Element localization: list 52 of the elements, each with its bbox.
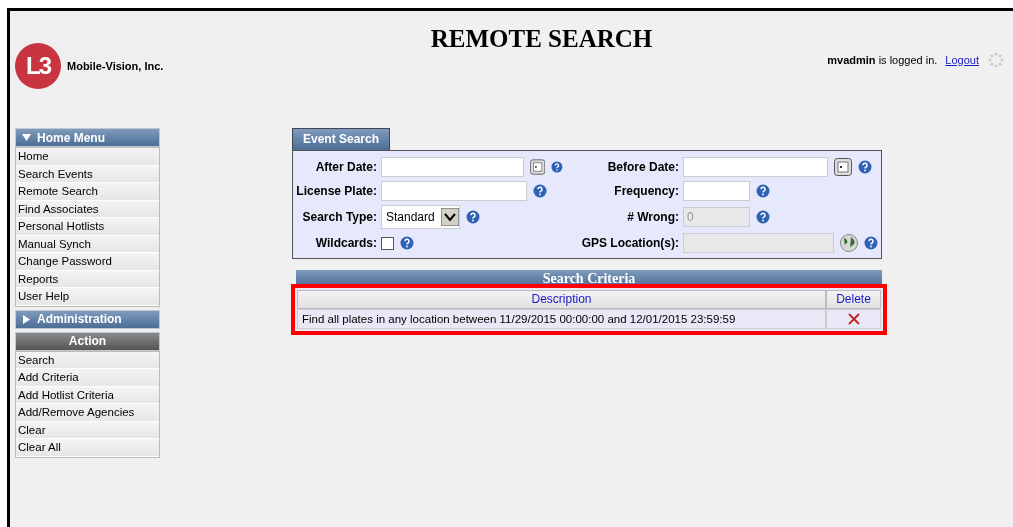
chevron-icon (440, 208, 459, 226)
column-header: Delete (826, 290, 881, 309)
calendar-icon[interactable] (530, 158, 546, 176)
menu-item[interactable]: Clear All (16, 439, 159, 457)
menu-header[interactable]: Administration (15, 309, 160, 329)
help-icon[interactable] (533, 184, 547, 198)
caret-right-icon (22, 314, 31, 324)
event-search-tab[interactable]: Event Search (292, 128, 391, 150)
help-icon[interactable] (756, 210, 770, 224)
help-icon[interactable] (465, 210, 480, 224)
menu-header[interactable]: Home Menu (15, 128, 160, 147)
logout-link[interactable]: Logout (945, 54, 979, 66)
help-icon[interactable] (858, 160, 872, 174)
menu-item[interactable]: Personal Hotlists (16, 218, 159, 236)
login-status: mvadmin is logged in. (827, 54, 938, 66)
column-header: Description (297, 290, 826, 309)
spinner-icon (987, 51, 1005, 69)
help-icon[interactable] (551, 160, 563, 174)
help-icon[interactable] (756, 184, 770, 198)
help-icon[interactable] (864, 236, 878, 250)
help-icon[interactable] (400, 236, 414, 250)
menu-item[interactable]: Change Password (16, 253, 159, 271)
field-label: # Wrong: (626, 210, 680, 224)
menu-item[interactable]: Add/Remove Agencies (16, 404, 159, 422)
field-label: GPS Location(s): (580, 236, 680, 250)
caret-down-icon (22, 133, 31, 142)
field-label: Wildcards: (314, 236, 378, 250)
menu-item[interactable]: User Help (16, 288, 159, 306)
menu-header[interactable]: Action (15, 331, 160, 351)
menu-item[interactable]: Add Criteria (16, 369, 159, 387)
calendar-icon[interactable] (834, 158, 852, 176)
delete-icon[interactable] (847, 313, 860, 325)
checkbox[interactable] (381, 236, 394, 250)
date-field[interactable] (381, 157, 524, 177)
field-label: Frequency: (613, 184, 680, 198)
menu-item[interactable]: Search (16, 351, 159, 369)
text-field[interactable] (381, 181, 527, 201)
logo: L3 (15, 43, 61, 89)
globe-icon[interactable] (840, 234, 858, 252)
menu-item[interactable]: Home (16, 148, 159, 166)
field-label: Search Type: (301, 210, 378, 224)
page-title: REMOTE SEARCH (430, 25, 653, 53)
field-label: Before Date: (606, 160, 680, 174)
date-field[interactable] (683, 157, 828, 177)
field-label: After Date: (314, 160, 378, 174)
search-type-dropdown[interactable]: Standard (381, 205, 460, 229)
text-field[interactable] (683, 181, 750, 201)
company-name: Mobile-Vision, Inc. (67, 60, 164, 72)
menu-item[interactable]: Remote Search (16, 183, 159, 201)
table-cell: Find all plates in any location between 11/29/2015 00:00:00 and 12/01/2015 23:59:59 (297, 309, 826, 329)
text-field: 0 (683, 207, 750, 227)
field-label: License Plate: (295, 184, 378, 198)
